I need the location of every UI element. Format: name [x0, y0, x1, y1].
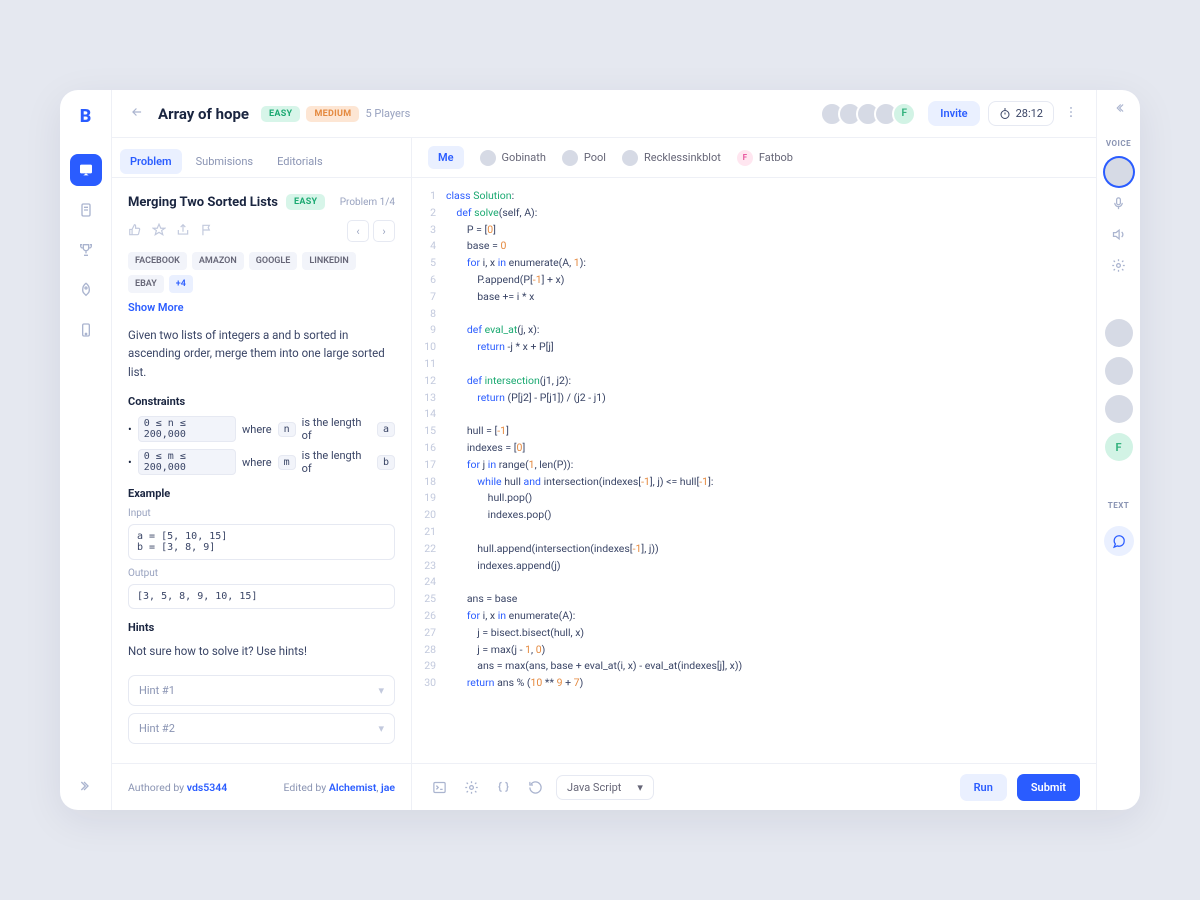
tab-submissions[interactable]: Submisions	[186, 149, 263, 174]
timer-value: 28:12	[1016, 107, 1043, 120]
example-heading: Example	[128, 487, 395, 500]
editor-panel: Me Gobinath Pool Recklessinkblot FFatbob…	[412, 138, 1096, 763]
terminal-icon[interactable]	[428, 776, 450, 798]
more-icon[interactable]	[1064, 104, 1078, 123]
text-label: TEXT	[1108, 501, 1130, 510]
chevron-down-icon: ▾	[378, 684, 384, 697]
editor-link[interactable]: Alchemist	[329, 781, 377, 794]
tab-problem[interactable]: Problem	[120, 149, 182, 174]
player-tab[interactable]: Gobinath	[480, 150, 546, 166]
speaker-icon[interactable]	[1111, 227, 1126, 246]
company-tag[interactable]: GOOGLE	[249, 252, 298, 270]
hint-dropdown[interactable]: Hint #1▾	[128, 675, 395, 706]
player-count: 5 Players	[365, 107, 410, 120]
hints-text: Not sure how to solve it? Use hints!	[128, 642, 395, 660]
avatar-icon	[622, 150, 638, 166]
next-problem-button[interactable]: ›	[373, 220, 395, 242]
voice-avatar[interactable]	[1105, 395, 1133, 423]
nav-trophy-icon[interactable]	[70, 234, 102, 266]
collapse-rail-icon[interactable]	[1112, 100, 1126, 119]
braces-icon[interactable]	[492, 776, 514, 798]
language-select[interactable]: Java Script▾	[556, 775, 654, 800]
settings-icon[interactable]	[460, 776, 482, 798]
hint-dropdown[interactable]: Hint #2▾	[128, 713, 395, 744]
code-content: class Solution: def solve(self, A): P = …	[446, 188, 1096, 753]
voice-avatar[interactable]	[1105, 357, 1133, 385]
input-label: Input	[128, 508, 395, 519]
company-tag[interactable]: AMAZON	[192, 252, 244, 270]
nav-rocket-icon[interactable]	[70, 274, 102, 306]
reset-icon[interactable]	[524, 776, 546, 798]
nav-doc-icon[interactable]	[70, 194, 102, 226]
tab-editorials[interactable]: Editorials	[267, 149, 333, 174]
like-icon[interactable]	[128, 223, 142, 240]
chat-icon[interactable]	[1104, 526, 1134, 556]
topbar: Array of hope EASY MEDIUM 5 Players F In…	[112, 90, 1096, 138]
avatar-icon	[480, 150, 496, 166]
constraint-item: 0 ≤ n ≤ 200,000wherenis the length ofa	[128, 416, 395, 442]
chevron-down-icon: ▾	[378, 722, 384, 735]
problem-description: Given two lists of integers a and b sort…	[128, 326, 395, 381]
line-gutter: 1234567891011121314151617181920212223242…	[412, 188, 446, 753]
example-output: [3, 5, 8, 9, 10, 15]	[128, 584, 395, 609]
edited-label: Edited by	[284, 781, 327, 794]
avatar-icon: F	[737, 150, 753, 166]
voice-label: VOICE	[1106, 139, 1131, 148]
right-rail: VOICE F TEXT	[1096, 90, 1140, 810]
nav-phone-icon[interactable]	[70, 314, 102, 346]
code-editor[interactable]: 1234567891011121314151617181920212223242…	[412, 178, 1096, 763]
star-icon[interactable]	[152, 223, 166, 240]
session-title: Array of hope	[158, 105, 249, 123]
authored-label: Authored by	[128, 781, 184, 794]
hints-heading: Hints	[128, 621, 395, 634]
back-icon[interactable]	[130, 104, 144, 123]
player-tab-me[interactable]: Me	[428, 146, 464, 169]
company-tag[interactable]: FACEBOOK	[128, 252, 187, 270]
run-button[interactable]: Run	[960, 774, 1007, 801]
gear-icon[interactable]	[1111, 258, 1126, 277]
flag-icon[interactable]	[200, 223, 214, 240]
prev-problem-button[interactable]: ‹	[347, 220, 369, 242]
chevron-down-icon: ▾	[637, 781, 643, 794]
timer[interactable]: 28:12	[988, 101, 1054, 126]
voice-avatar-speaking[interactable]	[1105, 158, 1133, 186]
mic-icon[interactable]	[1111, 196, 1126, 215]
voice-avatar[interactable]: F	[1105, 433, 1133, 461]
problem-title: Merging Two Sorted Lists	[128, 195, 278, 210]
company-tag[interactable]: LINKEDIN	[302, 252, 355, 270]
problem-difficulty-badge: EASY	[286, 194, 325, 210]
nav-chat-icon[interactable]	[70, 154, 102, 186]
expand-rail-icon[interactable]	[70, 770, 102, 802]
stopwatch-icon	[999, 108, 1011, 120]
avatar-stack: F	[826, 102, 916, 126]
difficulty-medium-badge: MEDIUM	[306, 106, 359, 122]
player-tab[interactable]: Pool	[562, 150, 606, 166]
voice-avatar[interactable]	[1105, 319, 1133, 347]
constraint-item: 0 ≤ m ≤ 200,000wheremis the length ofb	[128, 449, 395, 475]
show-more-link[interactable]: Show More	[128, 301, 395, 314]
constraints-heading: Constraints	[128, 395, 395, 408]
invite-button[interactable]: Invite	[928, 101, 979, 126]
example-input: a = [5, 10, 15] b = [3, 8, 9]	[128, 524, 395, 560]
company-tag[interactable]: EBAY	[128, 275, 164, 293]
problem-panel: Problem Submisions Editorials Merging Tw…	[112, 138, 412, 763]
left-rail: B	[60, 90, 112, 810]
share-icon[interactable]	[176, 223, 190, 240]
problem-counter: Problem 1/4	[340, 197, 395, 208]
author-link[interactable]: vds5344	[187, 781, 228, 794]
output-label: Output	[128, 568, 395, 579]
submit-button[interactable]: Submit	[1017, 774, 1080, 801]
company-tag-more[interactable]: +4	[169, 275, 193, 293]
difficulty-easy-badge: EASY	[261, 106, 300, 122]
player-tab[interactable]: Recklessinkblot	[622, 150, 721, 166]
avatar-icon	[562, 150, 578, 166]
app-logo[interactable]: B	[72, 102, 100, 130]
player-tab[interactable]: FFatbob	[737, 150, 793, 166]
avatar[interactable]: F	[892, 102, 916, 126]
editor-link[interactable]: jae	[381, 781, 395, 794]
